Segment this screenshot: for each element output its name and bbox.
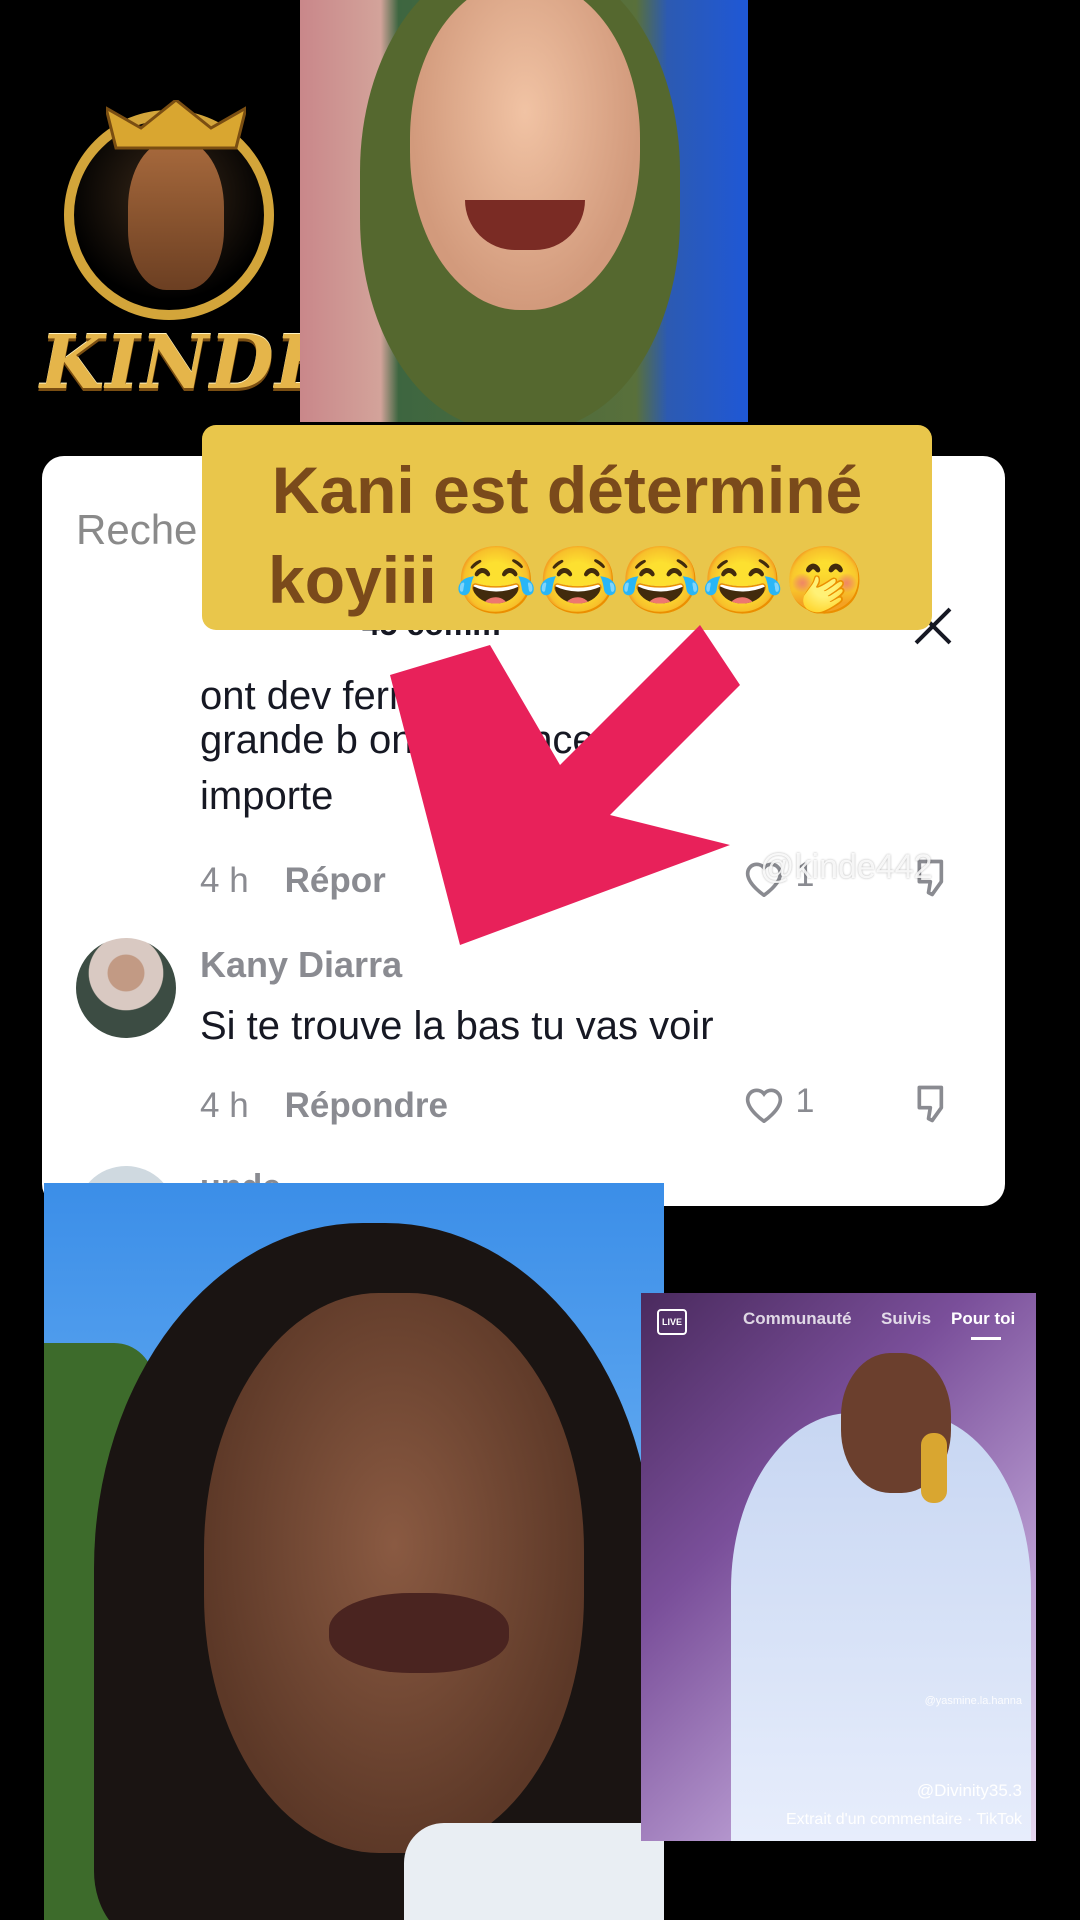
lips-shape [329,1593,509,1673]
heart-icon [745,1088,783,1124]
face-shape [204,1293,584,1853]
comment-time: 4 h [200,861,249,900]
collar-shape [404,1823,664,1920]
inset-video-nav: LIVE Communauté Suivis Pour toi [641,1307,1036,1347]
comment-text-line: importe [200,774,334,818]
watermark: @kinde442 [760,848,933,886]
inset-handle: @Divinity35.3 [916,1781,1022,1800]
comment-author[interactable]: Kany Diarra [200,944,402,986]
crown-icon [106,100,246,150]
avatar[interactable] [76,938,176,1038]
bottom-left-video-frame [44,1183,664,1920]
caption-line: koyiii 😂😂😂😂🤭 [268,543,866,617]
dislike-icon[interactable] [912,1082,956,1126]
active-tab-indicator [971,1337,1001,1340]
like-button[interactable]: 1 [742,1082,815,1124]
tab-suivis[interactable]: Suivis [881,1309,931,1329]
comment-time: 4 h [200,1086,249,1125]
like-count: 1 [795,1082,815,1120]
reply-button[interactable]: Répondre [285,1086,448,1125]
red-arrow-icon [390,625,740,945]
logo-wordmark: KINDE [40,320,333,406]
face-shape [410,0,640,310]
inset-video-frame: LIVE Communauté Suivis Pour toi @yasmine… [641,1293,1036,1841]
comment-meta: 4 h Répor [200,861,386,901]
earring-shape [921,1433,947,1503]
search-hint[interactable]: Reche [76,506,197,554]
caption-line: Kani est déterminé [271,453,863,527]
kinde-logo: KINDE [36,70,331,406]
comment-meta: 4 h Répondre [200,1086,448,1126]
inset-small-handle: @yasmine.la.hanna [924,1695,1022,1707]
comment-text: Si te trouve la bas tu vas voir [200,1004,714,1048]
tab-pour-toi[interactable]: Pour toi [951,1309,1015,1329]
top-video-frame [300,0,748,422]
tab-communaute[interactable]: Communauté [743,1309,852,1329]
live-icon[interactable]: LIVE [657,1309,687,1335]
inset-source: Extrait d'un commentaire · TikTok [785,1811,1022,1828]
caption-banner: Kani est déterminé koyiii 😂😂😂😂🤭 [202,425,932,630]
donkey-head-icon [128,140,224,290]
reply-button[interactable]: Répor [285,861,386,900]
